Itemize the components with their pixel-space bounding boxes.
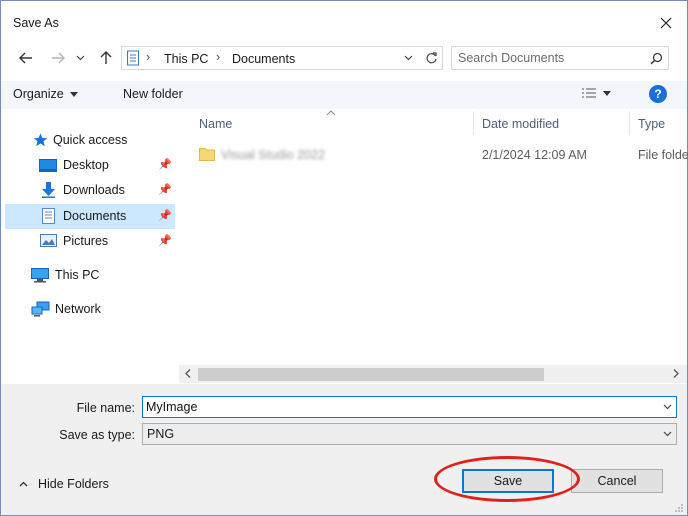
sidebar-item-label: Network: [55, 302, 101, 316]
chevron-down-icon: [663, 431, 672, 437]
resize-grip-icon[interactable]: [674, 503, 684, 513]
save-as-dialog: Save As › This PC › Documents Search Doc…: [0, 0, 688, 516]
navigation-pane: Quick access Desktop 📌 Downloads 📌 Docum…: [1, 109, 179, 384]
hide-folders-label: Hide Folders: [38, 477, 109, 491]
sidebar-item-label: Pictures: [63, 234, 109, 248]
sidebar-item-label: Desktop: [63, 158, 109, 172]
scrollbar-thumb[interactable]: [198, 368, 544, 381]
organize-label: Organize: [13, 87, 64, 101]
up-button[interactable]: [95, 47, 117, 69]
forward-button[interactable]: [47, 47, 69, 69]
column-header-name[interactable]: Name: [199, 117, 232, 131]
save-as-type-label: Save as type:: [59, 428, 135, 442]
search-input[interactable]: [458, 50, 638, 66]
breadcrumb-separator: ›: [146, 50, 151, 64]
save-as-type-select[interactable]: PNG: [142, 423, 677, 445]
new-folder-button[interactable]: New folder: [123, 87, 183, 101]
refresh-icon: [425, 51, 437, 63]
file-name-label: File name:: [76, 401, 135, 415]
help-button[interactable]: ?: [649, 85, 667, 103]
breadcrumb-this-pc[interactable]: This PC: [164, 52, 208, 66]
organize-menu[interactable]: Organize: [13, 87, 78, 101]
close-button[interactable]: [651, 9, 681, 37]
breadcrumb-documents[interactable]: Documents: [232, 52, 295, 66]
pin-icon: 📌: [158, 159, 172, 171]
column-header-type[interactable]: Type: [638, 117, 665, 131]
caret-down-icon: [69, 91, 78, 97]
sidebar-item-network[interactable]: Network: [5, 297, 175, 322]
sidebar-item-this-pc[interactable]: This PC: [5, 263, 175, 288]
scroll-right-icon[interactable]: [673, 369, 679, 378]
change-view-button[interactable]: [581, 87, 611, 99]
folder-icon: [199, 148, 215, 161]
back-button[interactable]: [15, 47, 37, 69]
star-icon: [33, 133, 48, 147]
pictures-icon: [40, 234, 57, 247]
sidebar-item-documents[interactable]: Documents 📌: [5, 204, 175, 229]
chevron-down-icon: [404, 55, 412, 61]
pin-icon: 📌: [158, 210, 172, 222]
dialog-title: Save As: [13, 16, 59, 30]
caret-down-icon: [603, 90, 611, 96]
sidebar-item-label: This PC: [55, 268, 100, 282]
refresh-button[interactable]: [422, 49, 440, 67]
sidebar-item-pictures[interactable]: Pictures 📌: [5, 229, 175, 254]
hide-folders-toggle[interactable]: Hide Folders: [19, 477, 109, 491]
sidebar-item-label: Downloads: [63, 183, 125, 197]
pin-icon: 📌: [158, 235, 172, 247]
search-box[interactable]: [451, 46, 669, 70]
recent-locations-button[interactable]: [73, 47, 87, 69]
sidebar-item-label: Documents: [63, 209, 127, 223]
sidebar-item-label: Quick access: [53, 133, 128, 147]
column-divider[interactable]: [629, 111, 630, 135]
network-icon: [31, 301, 50, 317]
file-name-combobox[interactable]: [142, 396, 677, 418]
chevron-down-icon: [76, 55, 84, 61]
document-icon: [42, 208, 55, 224]
column-divider[interactable]: [473, 111, 474, 135]
computer-icon: [31, 268, 49, 283]
file-list-row[interactable]: Visual Studio 2022 2/1/2024 12:09 AM Fil…: [179, 141, 688, 169]
address-bar[interactable]: › This PC › Documents: [121, 46, 443, 70]
scroll-left-icon[interactable]: [185, 369, 191, 378]
arrow-left-icon: [19, 52, 32, 64]
file-name-cell: Visual Studio 2022: [221, 148, 326, 162]
document-location-icon: [127, 50, 139, 66]
breadcrumb-separator: ›: [216, 50, 221, 64]
help-icon: ?: [654, 87, 662, 101]
address-history-button[interactable]: [400, 49, 416, 67]
file-name-input[interactable]: [146, 399, 646, 415]
sidebar-item-quick-access[interactable]: Quick access: [5, 128, 175, 153]
type-cell: File folder: [638, 148, 688, 162]
sidebar-item-desktop[interactable]: Desktop 📌: [5, 153, 175, 178]
column-header-date-modified[interactable]: Date modified: [482, 117, 559, 131]
view-details-icon: [582, 88, 596, 98]
download-arrow-icon: [42, 182, 55, 198]
sidebar-item-downloads[interactable]: Downloads 📌: [5, 178, 175, 203]
command-toolbar: Organize New folder ?: [1, 81, 687, 109]
highlight-ellipse: [434, 456, 580, 502]
arrow-right-icon: [52, 52, 65, 64]
chevron-down-icon[interactable]: [663, 404, 672, 410]
pin-icon: 📌: [158, 184, 172, 196]
search-icon: [650, 52, 663, 65]
chevron-up-icon: [19, 481, 28, 487]
save-as-type-value: PNG: [147, 427, 175, 441]
close-icon: [660, 17, 672, 29]
desktop-icon: [39, 159, 57, 172]
arrow-up-icon: [100, 51, 112, 64]
date-modified-cell: 2/1/2024 12:09 AM: [482, 148, 587, 162]
sort-ascending-icon: [326, 110, 336, 116]
cancel-button[interactable]: Cancel: [571, 469, 663, 493]
